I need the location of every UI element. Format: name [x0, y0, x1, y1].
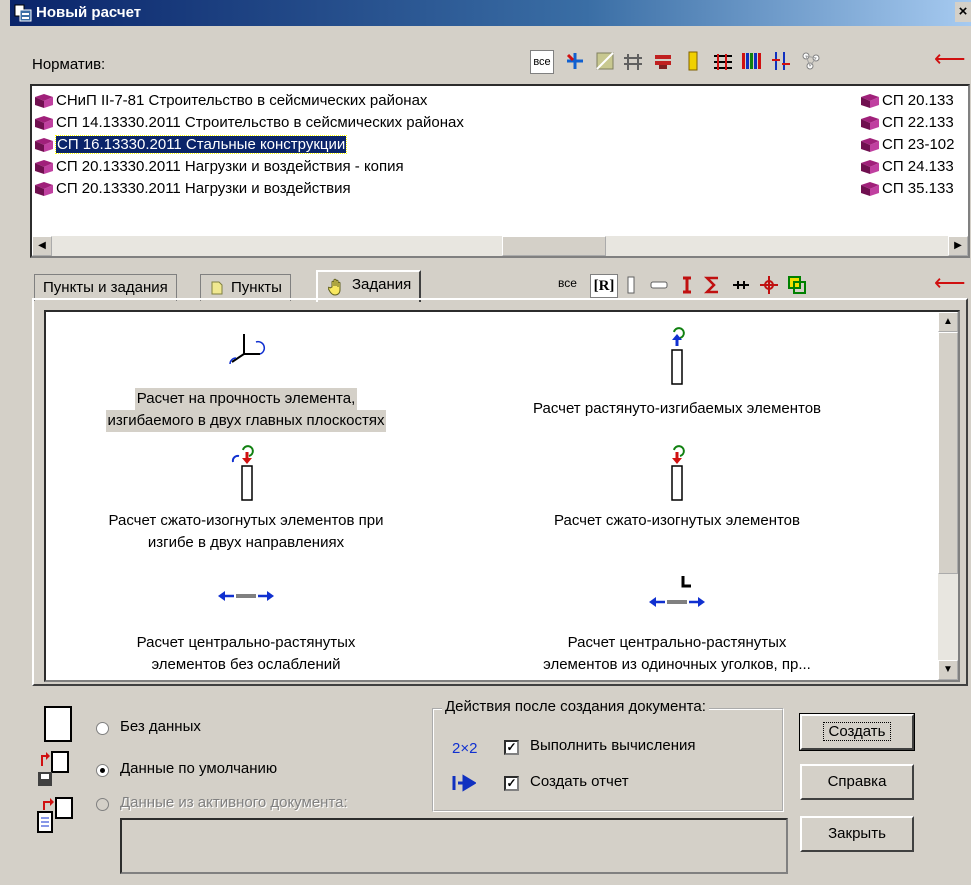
compute-icon: 2×2	[452, 740, 478, 757]
tasks-list[interactable]: Расчет на прочность элемента, изгибаемого…	[44, 310, 960, 682]
report-checkbox[interactable]: ✓	[504, 776, 519, 791]
active-doc-label: Данные из активного документа:	[120, 794, 348, 811]
book-icon	[861, 138, 879, 152]
scroll-down-icon[interactable]: ▼	[938, 660, 958, 680]
list-item[interactable]: СП 24.133	[858, 156, 954, 178]
list-item[interactable]: СП 14.13330.2011 Строительство в сейсмич…	[32, 112, 464, 134]
hand-icon	[328, 278, 341, 296]
foundation-icon[interactable]	[622, 50, 644, 72]
horizontal-scrollbar[interactable]: ◀ ▶	[32, 236, 968, 256]
steel-frame-icon[interactable]	[564, 50, 586, 72]
color-bars-icon[interactable]	[740, 50, 762, 72]
scroll-left-icon[interactable]: ◀	[32, 236, 52, 256]
axial-tension-icon	[218, 591, 274, 601]
pipe-icon[interactable]	[770, 50, 792, 72]
list-item[interactable]: СНиП II-7-81 Строительство в сейсмически…	[32, 90, 427, 112]
book-icon	[35, 160, 53, 174]
no-data-label: Без данных	[120, 718, 201, 735]
report-label: Создать отчет	[530, 773, 629, 790]
compression-biaxial-icon	[231, 445, 254, 501]
beam-icon[interactable]	[648, 274, 670, 296]
page-icon	[211, 281, 223, 295]
filter-all-button[interactable]: все	[530, 50, 554, 74]
book-icon	[861, 116, 879, 130]
report-icon	[452, 774, 476, 792]
create-button[interactable]: Создать	[799, 713, 915, 751]
help-button[interactable]: Справка	[800, 764, 914, 800]
active-doc-field[interactable]	[120, 818, 788, 874]
list-item[interactable]: СП 22.133	[858, 112, 954, 134]
sum-icon[interactable]	[702, 274, 724, 296]
list-item[interactable]: СП 20.133	[858, 90, 954, 112]
list-item[interactable]: СП 23-102	[858, 134, 955, 156]
blank-document-icon	[44, 706, 72, 742]
vertical-scrollbar[interactable]: ▲ ▼	[938, 312, 958, 680]
task-item[interactable]: Расчет на прочность элемента, изгибаемого…	[52, 326, 440, 432]
book-icon	[35, 94, 53, 108]
tension-bending-icon	[671, 327, 685, 385]
i-section-icon[interactable]	[676, 274, 698, 296]
book-icon	[861, 182, 879, 196]
book-icon	[35, 116, 53, 130]
no-data-radio[interactable]	[96, 722, 109, 735]
task-item[interactable]: Расчет центрально-растянутых элементов из…	[442, 574, 912, 676]
active-doc-radio[interactable]	[96, 798, 109, 811]
normative-list[interactable]: СНиП II-7-81 Строительство в сейсмически…	[30, 84, 970, 258]
wood-icon[interactable]	[682, 50, 704, 72]
book-icon	[861, 94, 879, 108]
default-data-label: Данные по умолчанию	[120, 760, 278, 777]
list-item[interactable]: СП 20.13330.2011 Нагрузки и воздействия …	[32, 156, 404, 178]
annotation-arrow-icon: ⟵	[934, 46, 966, 71]
biaxial-bending-icon	[229, 334, 266, 365]
close-icon[interactable]: ×	[955, 2, 971, 22]
column-icon[interactable]	[620, 274, 642, 296]
task-item[interactable]: Расчет центрально-растянутых элементов бе…	[52, 588, 440, 676]
tab-items-and-tasks[interactable]: Пункты и задания	[34, 274, 177, 301]
list-item-selected[interactable]: СП 16.13330.2011 Стальные конструкции	[32, 134, 348, 156]
scroll-up-icon[interactable]: ▲	[938, 312, 958, 332]
list-item[interactable]: СП 20.13330.2011 Нагрузки и воздействия	[32, 178, 351, 200]
actions-group-label: Действия после создания документа:	[442, 698, 709, 715]
joint-icon[interactable]	[758, 274, 780, 296]
task-filter-all-button[interactable]: все	[558, 276, 577, 290]
masonry-icon[interactable]	[652, 50, 674, 72]
annotation-arrow-icon: ⟵	[934, 270, 966, 295]
network-icon[interactable]	[800, 50, 822, 72]
tab-items[interactable]: Пункты	[200, 274, 291, 301]
app-icon	[14, 4, 32, 22]
compute-checkbox[interactable]: ✓	[504, 740, 519, 755]
compression-bending-icon	[671, 445, 685, 501]
plates-icon[interactable]	[786, 274, 808, 296]
task-item[interactable]: Расчет сжато-изогнутых элементов при изги…	[52, 442, 440, 554]
actions-group	[432, 708, 784, 812]
task-item[interactable]: Расчет растянуто-изгибаемых элементов	[442, 326, 912, 420]
window-title: Новый расчет	[36, 4, 142, 21]
task-filter-r-button[interactable]: [R]	[590, 274, 618, 298]
task-item[interactable]: Расчет сжато-изогнутых элементов	[442, 442, 912, 532]
close-button[interactable]: Закрыть	[800, 816, 914, 852]
normative-label: Норматив:	[32, 56, 106, 73]
bolt-icon[interactable]	[730, 274, 752, 296]
active-document-icon	[37, 797, 73, 833]
compute-label: Выполнить вычисления	[530, 737, 696, 754]
single-angle-tension-icon	[649, 576, 705, 607]
scroll-thumb[interactable]	[502, 236, 606, 256]
scroll-right-icon[interactable]: ▶	[948, 236, 968, 256]
bridge-icon[interactable]	[712, 50, 734, 72]
list-item[interactable]: СП 35.133	[858, 178, 954, 200]
scroll-thumb[interactable]	[938, 332, 958, 574]
book-icon	[35, 138, 53, 152]
book-icon	[861, 160, 879, 174]
concrete-icon[interactable]	[594, 50, 616, 72]
book-icon	[35, 182, 53, 196]
default-data-radio[interactable]	[96, 764, 109, 777]
title-bar: Новый расчет ×	[10, 0, 971, 26]
default-data-icon	[38, 751, 69, 786]
